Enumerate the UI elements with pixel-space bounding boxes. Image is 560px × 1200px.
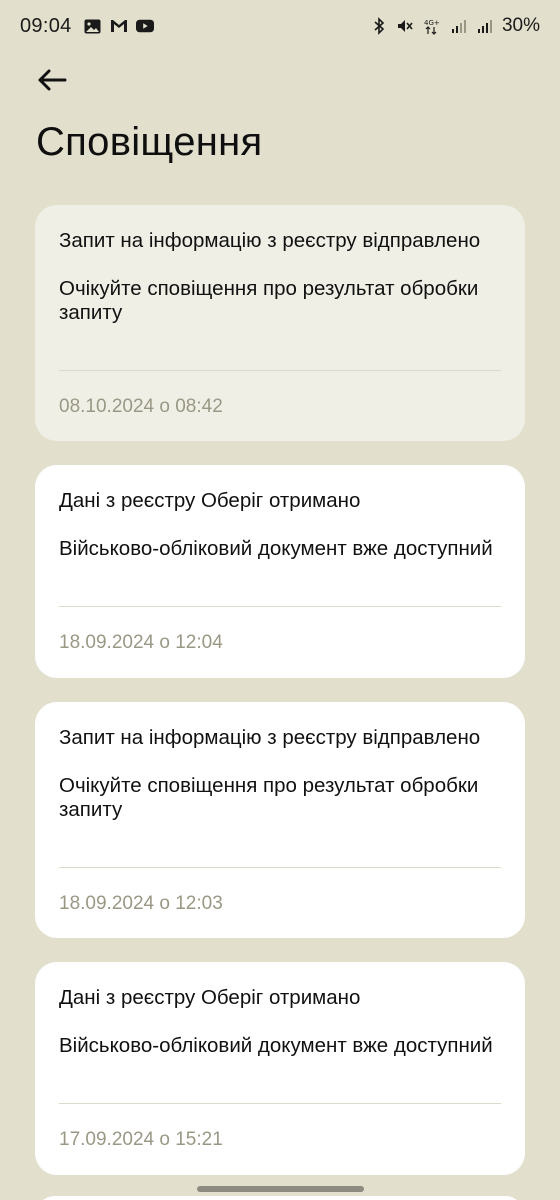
notification-divider	[59, 370, 501, 371]
notification-body: Військово-обліковий документ вже доступн…	[59, 537, 493, 560]
notification-date: 08.10.2024 о 08:42	[59, 396, 223, 417]
mobile-data-icon: 4G+	[422, 17, 442, 35]
status-bar: 09:04 4G+ 30%	[0, 0, 560, 52]
signal-strength-icon	[450, 17, 468, 35]
notification-card[interactable]: Дані з реєстру Оберіг отримано Військово…	[35, 465, 525, 678]
gmail-icon	[110, 17, 128, 35]
arrow-left-icon	[38, 69, 67, 91]
back-button[interactable]	[32, 60, 72, 100]
page-title: Сповіщення	[36, 120, 263, 164]
notification-card[interactable]: Запит на інформацію з реєстру відправлен…	[35, 205, 525, 441]
notification-title: Дані з реєстру Оберіг отримано	[59, 489, 361, 512]
notification-body: Очікуйте сповіщення про результат обробк…	[59, 774, 479, 821]
notification-title: Запит на інформацію з реєстру відправлен…	[59, 229, 481, 252]
gallery-icon	[84, 17, 102, 35]
status-bar-right: 4G+ 30%	[370, 15, 540, 37]
notification-body: Військово-обліковий документ вже доступн…	[59, 1034, 493, 1057]
battery-level: 30%	[501, 15, 540, 36]
signal-strength-2-icon	[476, 17, 494, 35]
notification-divider	[59, 867, 501, 868]
status-bar-left: 09:04	[20, 15, 154, 38]
notification-card[interactable]: Запит на інформацію з реєстру відправлен…	[35, 702, 525, 938]
notification-card[interactable]: Дані з реєстру Оберіг отримано Військово…	[35, 962, 525, 1175]
notification-body: Очікуйте сповіщення про результат обробк…	[59, 277, 479, 324]
network-type-label: 4G+	[424, 19, 440, 27]
status-time: 09:04	[20, 14, 72, 37]
notification-divider	[59, 606, 501, 607]
navigation-handle[interactable]	[197, 1186, 364, 1192]
notification-title: Запит на інформацію з реєстру відправлен…	[59, 726, 481, 749]
mute-icon	[396, 17, 414, 35]
notification-title: Дані з реєстру Оберіг отримано	[59, 986, 361, 1009]
notification-card-partial[interactable]	[35, 1196, 525, 1200]
notification-date: 17.09.2024 о 15:21	[59, 1129, 223, 1150]
notification-divider	[59, 1103, 501, 1104]
bluetooth-icon	[370, 17, 388, 35]
notification-date: 18.09.2024 о 12:03	[59, 893, 223, 914]
youtube-icon	[135, 17, 154, 35]
notification-date: 18.09.2024 о 12:04	[59, 632, 223, 653]
